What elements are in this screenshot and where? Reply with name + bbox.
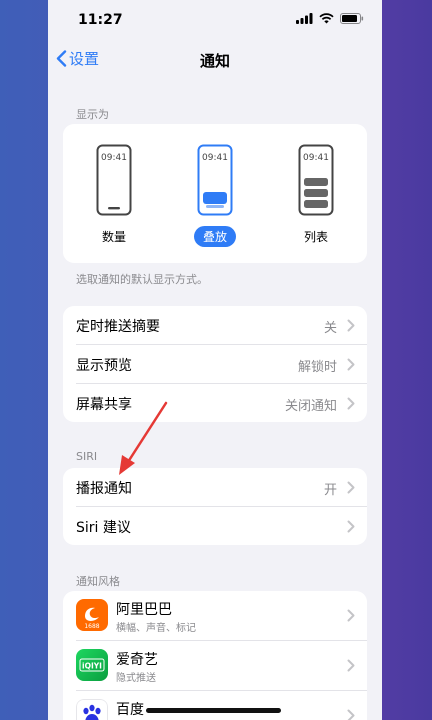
siri-suggestions-label: Siri 建议	[76, 520, 131, 536]
app-list-card: 1688 阿里巴巴 横幅、声音、标记 iQIYI 爱奇艺 隐式推送 百度	[63, 591, 367, 720]
alibaba-icon-text: 1688	[84, 623, 99, 630]
chevron-right-icon	[347, 709, 355, 720]
iqiyi-app-icon: iQIYI	[76, 649, 108, 681]
stack-preview-clock: 09:41	[202, 153, 228, 163]
display-option-label-count: 数量	[101, 230, 126, 244]
phone-count-preview-icon: 09:41	[96, 144, 132, 216]
chevron-right-icon	[347, 520, 355, 533]
status-icons	[296, 13, 364, 24]
chevron-right-icon	[347, 319, 355, 332]
status-time: 11:27	[78, 12, 123, 28]
screen-sharing-value: 关闭通知	[284, 399, 337, 414]
app-name-baidu: 百度	[116, 702, 144, 718]
general-settings-card: 定时推送摘要 关 显示预览 解锁时 屏幕共享 关闭通知	[63, 306, 367, 422]
show-previews-value: 解锁时	[297, 360, 337, 375]
phone-stack-preview-icon: 09:41	[197, 144, 233, 216]
display-option-list[interactable]: 09:41 列表	[286, 144, 346, 245]
scheduled-summary-value: 关	[323, 321, 337, 336]
navigation-bar: 设置 通知	[48, 40, 382, 80]
screen-sharing-row[interactable]: 屏幕共享 关闭通知	[76, 384, 367, 422]
app-row-alibaba[interactable]: 1688 阿里巴巴 横幅、声音、标记	[76, 591, 367, 641]
chevron-right-icon	[347, 659, 355, 672]
notification-style-section-label: 通知风格	[76, 575, 120, 588]
scheduled-summary-label: 定时推送摘要	[76, 319, 160, 335]
app-row-baidu[interactable]: 百度	[76, 691, 367, 720]
announce-notifications-label: 播报通知	[76, 481, 132, 497]
home-indicator	[146, 708, 281, 713]
chevron-right-icon	[347, 397, 355, 410]
cellular-signal-icon	[296, 13, 313, 24]
display-section-label: 显示为	[76, 108, 109, 121]
screen-sharing-label: 屏幕共享	[76, 397, 132, 413]
app-name-alibaba: 阿里巴巴	[116, 602, 172, 618]
app-row-iqiyi[interactable]: iQIYI 爱奇艺 隐式推送	[76, 641, 367, 691]
battery-icon	[340, 13, 364, 24]
page-title: 通知	[199, 52, 230, 70]
app-name-iqiyi: 爱奇艺	[116, 652, 158, 668]
siri-settings-card: 播报通知 开 Siri 建议	[63, 468, 367, 545]
phone-screen: 11:27 设置 通知 显示为 09:41 数量 09:41 叠放 09:41 …	[48, 0, 382, 720]
display-style-card: 09:41 数量 09:41 叠放 09:41 列表	[63, 124, 367, 263]
count-preview-clock: 09:41	[101, 153, 127, 163]
status-bar: 11:27	[48, 0, 382, 40]
phone-list-preview-icon: 09:41	[298, 144, 334, 216]
siri-suggestions-row[interactable]: Siri 建议	[76, 507, 367, 545]
siri-section-label: SIRI	[76, 450, 98, 463]
display-hint-text: 选取通知的默认显示方式。	[76, 273, 208, 286]
display-option-count[interactable]: 09:41 数量	[84, 144, 144, 245]
chevron-right-icon	[347, 481, 355, 494]
show-previews-label: 显示预览	[76, 358, 132, 374]
app-subtitle-alibaba: 横幅、声音、标记	[116, 623, 196, 634]
display-option-label-stack: 叠放	[193, 226, 236, 247]
chevron-right-icon	[347, 609, 355, 622]
announce-notifications-row[interactable]: 播报通知 开	[76, 468, 367, 507]
display-option-label-list: 列表	[303, 230, 328, 244]
wifi-icon	[319, 13, 334, 24]
show-previews-row[interactable]: 显示预览 解锁时	[76, 345, 367, 384]
iqiyi-icon-text: iQIYI	[82, 662, 102, 671]
baidu-app-icon	[76, 699, 108, 720]
announce-notifications-value: 开	[323, 483, 337, 498]
display-option-stack[interactable]: 09:41 叠放	[185, 144, 245, 247]
alibaba-app-icon: 1688	[76, 599, 108, 631]
list-preview-clock: 09:41	[303, 153, 329, 163]
app-subtitle-iqiyi: 隐式推送	[116, 673, 156, 684]
scheduled-summary-row[interactable]: 定时推送摘要 关	[76, 306, 367, 345]
chevron-right-icon	[347, 358, 355, 371]
